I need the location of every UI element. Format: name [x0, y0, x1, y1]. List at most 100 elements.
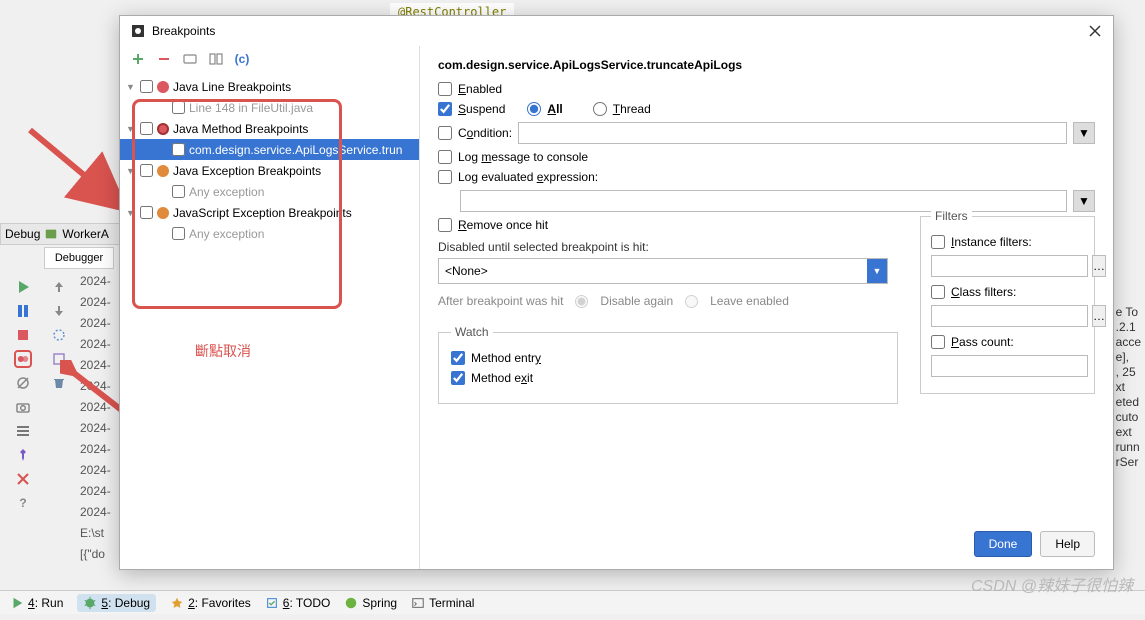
method-exit-label: Method exit [471, 371, 533, 385]
breakpoints-icon [130, 23, 146, 39]
bottom-run[interactable]: 4: 4: RunRun [10, 596, 63, 610]
suspend-thread-radio[interactable] [593, 102, 607, 116]
tab-debug[interactable]: Debug [5, 227, 40, 241]
done-button[interactable]: Done [974, 531, 1033, 557]
evaluate-button[interactable] [50, 350, 68, 368]
chevron-down-icon: ▼ [867, 259, 887, 283]
group-checkbox[interactable] [140, 122, 153, 135]
bottom-spring[interactable]: Spring [344, 596, 397, 610]
instance-filters-browse[interactable]: … [1092, 255, 1106, 277]
breakpoint-detail-panel: com.design.service.ApiLogsService.trunca… [420, 46, 1113, 569]
step-up-button[interactable] [50, 278, 68, 296]
svg-text:?: ? [19, 496, 26, 510]
enabled-checkbox[interactable] [438, 82, 452, 96]
code-gutter-right: e To.2.1accee],, 25xtetedcutoextrunnrSer [1116, 305, 1141, 470]
mute-breakpoints-button[interactable] [14, 374, 32, 392]
condition-input[interactable] [518, 122, 1067, 144]
remove-breakpoint-button[interactable] [156, 51, 172, 67]
bottom-terminal[interactable]: Terminal [411, 596, 474, 610]
debug-vertical-toolbar-1: ? [12, 278, 34, 512]
breakpoint-checkbox[interactable] [172, 227, 185, 240]
stop-button[interactable] [14, 326, 32, 344]
step-filter-button[interactable] [50, 326, 68, 344]
tree-item-fileutil[interactable]: Line 148 in FileUtil.java [120, 97, 419, 118]
class-filters-input[interactable] [931, 305, 1088, 327]
tree-group-js-exception[interactable]: ▼JavaScript Exception Breakpoints [120, 202, 419, 223]
disable-again-radio[interactable] [575, 295, 588, 308]
step-out-button[interactable] [50, 302, 68, 320]
group-checkbox[interactable] [140, 206, 153, 219]
class-filters-label: Class filters: [951, 285, 1016, 299]
log-eval-input[interactable] [460, 190, 1067, 212]
disabled-until-select[interactable]: <None>▼ [438, 258, 888, 284]
close-icon[interactable] [14, 470, 32, 488]
suspend-checkbox[interactable] [438, 102, 452, 116]
method-entry-checkbox[interactable] [451, 351, 465, 365]
dialog-titlebar: Breakpoints [120, 16, 1113, 46]
tree-item-anyexception[interactable]: Any exception [120, 181, 419, 202]
breakpoint-checkbox[interactable] [172, 101, 185, 114]
group-by-button[interactable] [182, 51, 198, 67]
group-checkbox[interactable] [140, 164, 153, 177]
pass-count-checkbox[interactable] [931, 335, 945, 349]
tree-view-button[interactable] [208, 51, 224, 67]
debug-vertical-toolbar-2 [48, 278, 70, 392]
remove-once-checkbox[interactable] [438, 218, 452, 232]
tree-item-js-anyexception[interactable]: Any exception [120, 223, 419, 244]
add-breakpoint-button[interactable] [130, 51, 146, 67]
tab-worker[interactable]: WorkerA [62, 227, 108, 241]
log-eval-checkbox[interactable] [438, 170, 452, 184]
pin-button[interactable] [14, 446, 32, 464]
bottom-todo[interactable]: 6: TODO [265, 596, 331, 610]
tree-item-apilogs[interactable]: com.design.service.ApiLogsService.trun [120, 139, 419, 160]
leave-enabled-radio[interactable] [685, 295, 698, 308]
breakpoint-checkbox[interactable] [172, 143, 185, 156]
filters-fieldset: Filters Instance filters: … Class filter… [920, 216, 1095, 394]
method-breakpoint-icon [157, 123, 169, 135]
tree-group-java-exception[interactable]: ▼Java Exception Breakpoints [120, 160, 419, 181]
condition-expand-button[interactable]: ▼ [1073, 122, 1095, 144]
trash-button[interactable] [50, 374, 68, 392]
dialog-title: Breakpoints [152, 24, 1087, 38]
pause-button[interactable] [14, 302, 32, 320]
watch-fieldset-title: Watch [451, 325, 493, 339]
breakpoint-checkbox[interactable] [172, 185, 185, 198]
log-eval-label: Log evaluated expression: [458, 170, 598, 184]
bottom-favorites[interactable]: 2: Favorites [170, 596, 251, 610]
worker-icon [44, 227, 58, 241]
condition-checkbox[interactable] [438, 126, 452, 140]
filter-button[interactable]: (c) [234, 51, 250, 67]
camera-button[interactable] [14, 398, 32, 416]
class-filters-checkbox[interactable] [931, 285, 945, 299]
help-button[interactable]: Help [1040, 531, 1095, 557]
view-breakpoints-button[interactable] [14, 350, 32, 368]
instance-filters-checkbox[interactable] [931, 235, 945, 249]
log-eval-expand-button[interactable]: ▼ [1073, 190, 1095, 212]
instance-filters-label: Instance filters: [951, 235, 1032, 249]
log-message-label: Log message to console [458, 150, 588, 164]
filters-title: Filters [931, 209, 972, 223]
instance-filters-input[interactable] [931, 255, 1088, 277]
resume-button[interactable] [14, 278, 32, 296]
method-exit-checkbox[interactable] [451, 371, 465, 385]
tree-group-java-method[interactable]: ▼Java Method Breakpoints [120, 118, 419, 139]
breakpoints-dialog: Breakpoints (c) ▼Java Line Breakpoints L… [119, 15, 1114, 570]
enabled-label: Enabled [458, 82, 502, 96]
tree-group-java-line[interactable]: ▼Java Line Breakpoints [120, 76, 419, 97]
suspend-all-radio[interactable] [527, 102, 541, 116]
annotation-text: 斷點取消 [195, 341, 251, 361]
watermark: CSDN @辣妹子很怕辣 [971, 572, 1133, 596]
group-checkbox[interactable] [140, 80, 153, 93]
suspend-label: Suspend [458, 102, 505, 116]
bottom-debug[interactable]: 5: Debug [77, 594, 156, 612]
dialog-close-button[interactable] [1087, 23, 1103, 39]
settings-button[interactable] [14, 422, 32, 440]
breakpoints-tree: ▼Java Line Breakpoints Line 148 in FileU… [120, 72, 419, 248]
tab-debugger[interactable]: Debugger [44, 247, 114, 269]
pass-count-input[interactable] [931, 355, 1088, 377]
help-icon[interactable]: ? [14, 494, 32, 512]
pass-count-label: Pass count: [951, 335, 1014, 349]
class-filters-browse[interactable]: … [1092, 305, 1106, 327]
breakpoints-tree-panel: (c) ▼Java Line Breakpoints Line 148 in F… [120, 46, 420, 569]
log-message-checkbox[interactable] [438, 150, 452, 164]
